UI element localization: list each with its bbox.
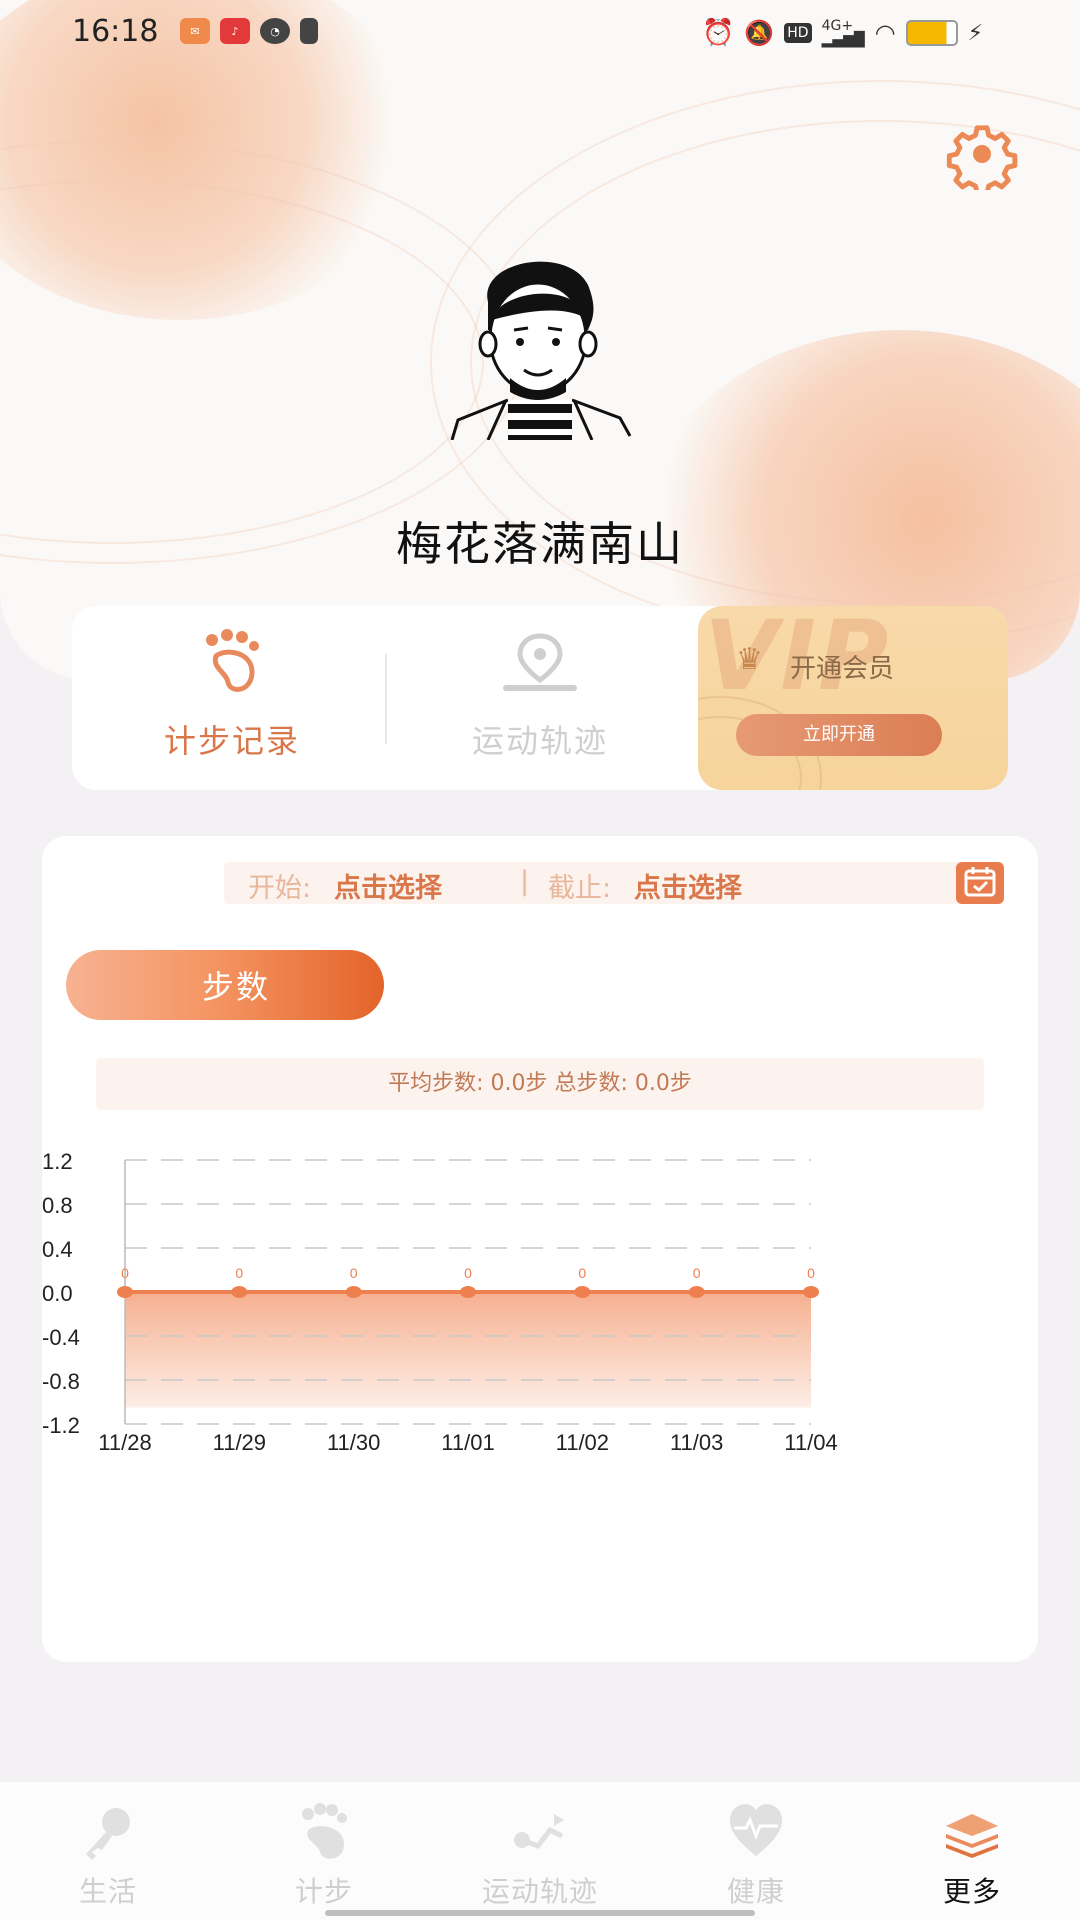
y-tick-label: 1.2 bbox=[42, 1149, 73, 1174]
calendar-icon bbox=[964, 867, 996, 897]
activate-vip-button[interactable]: 立即开通 bbox=[736, 714, 942, 756]
tab-step-record-label: 计步记录 bbox=[163, 722, 300, 760]
start-label: 开始: bbox=[248, 873, 312, 904]
y-tick-label: 0.0 bbox=[42, 1281, 73, 1306]
avatar[interactable] bbox=[448, 250, 632, 440]
status-notification-icons: ✉ ♪ ◔ bbox=[180, 18, 318, 44]
y-tick-label: -1.2 bbox=[42, 1413, 80, 1438]
status-time: 16:18 bbox=[72, 14, 159, 49]
x-tick-label: 11/28 bbox=[98, 1430, 151, 1455]
key-icon bbox=[86, 1808, 130, 1860]
step-chart-card: 开始: 点击选择 | 截止: 点击选择 步数 平均步数: 0.0步 总步数: 0… bbox=[42, 836, 1038, 1662]
home-indicator bbox=[325, 1910, 755, 1916]
tab-divider bbox=[385, 654, 387, 744]
data-point bbox=[688, 1286, 705, 1298]
app-notification-icon: ✉ bbox=[180, 18, 210, 44]
data-label: 0 bbox=[693, 1265, 701, 1281]
y-tick-label: 0.4 bbox=[42, 1237, 73, 1262]
start-date-select[interactable]: 点击选择 bbox=[334, 866, 442, 905]
wifi-icon: ◠ bbox=[874, 19, 896, 47]
route-icon bbox=[514, 1814, 564, 1849]
data-label: 0 bbox=[235, 1265, 243, 1281]
nav-exercise-track-label: 运动轨迹 bbox=[481, 1875, 598, 1908]
x-tick-label: 11/03 bbox=[670, 1430, 723, 1455]
steps-metric-label: 步数 bbox=[202, 968, 271, 1006]
data-label: 0 bbox=[464, 1265, 472, 1281]
username: 梅花落满南山 bbox=[396, 517, 684, 571]
step-summary: 平均步数: 0.0步 总步数: 0.0步 bbox=[96, 1058, 984, 1110]
network-type-label: 4G+ bbox=[821, 18, 854, 34]
nav-step[interactable]: 计步 bbox=[216, 1782, 432, 1920]
nav-life-label: 生活 bbox=[78, 1875, 137, 1908]
data-label: 0 bbox=[578, 1265, 586, 1281]
tab-step-record[interactable]: 计步记录 bbox=[82, 606, 382, 790]
nav-exercise-track[interactable]: 运动轨迹 bbox=[432, 1782, 648, 1920]
end-date-select[interactable]: 点击选择 bbox=[634, 866, 742, 905]
mute-icon: 🔕 bbox=[744, 19, 775, 47]
x-tick-label: 11/02 bbox=[556, 1430, 609, 1455]
battery-small-icon bbox=[300, 18, 318, 44]
y-tick-label: -0.8 bbox=[42, 1369, 80, 1394]
tab-exercise-track[interactable]: 运动轨迹 bbox=[390, 606, 690, 790]
data-point bbox=[345, 1286, 362, 1298]
x-tick-label: 11/30 bbox=[327, 1430, 380, 1455]
bottom-navigation: 生活 计步 运动轨迹 健康 更多 bbox=[0, 1782, 1080, 1920]
y-tick-label: 0.8 bbox=[42, 1193, 73, 1218]
data-point bbox=[574, 1286, 591, 1298]
data-point bbox=[231, 1286, 248, 1298]
date-range-bar: 开始: 点击选择 | 截止: 点击选择 bbox=[224, 862, 1004, 904]
vip-title: 开通会员 bbox=[790, 654, 895, 684]
data-label: 0 bbox=[350, 1265, 358, 1281]
end-label: 截止: bbox=[548, 873, 612, 904]
tab-exercise-track-label: 运动轨迹 bbox=[471, 722, 608, 760]
x-tick-label: 11/01 bbox=[441, 1430, 494, 1455]
data-label: 0 bbox=[807, 1265, 815, 1281]
nav-step-label: 计步 bbox=[294, 1875, 353, 1908]
hd-icon: HD bbox=[784, 23, 812, 43]
data-label: 0 bbox=[121, 1265, 129, 1281]
settings-gear-icon[interactable] bbox=[946, 118, 1018, 190]
y-tick-label: -0.4 bbox=[42, 1325, 80, 1350]
data-point bbox=[460, 1286, 476, 1298]
nav-health[interactable]: 健康 bbox=[648, 1782, 864, 1920]
alarm-icon: ⏰ bbox=[702, 18, 735, 48]
crown-icon: ♛ bbox=[736, 642, 763, 677]
nav-health-label: 健康 bbox=[726, 1875, 785, 1908]
layers-icon bbox=[946, 1814, 998, 1858]
data-point bbox=[803, 1286, 819, 1298]
chart-area-fill bbox=[125, 1292, 811, 1408]
step-chart: 1.2 0.8 0.4 0.0 -0.4 -0.8 -1.2 0 11/28 0 11/29 0 11/… bbox=[42, 1149, 838, 1455]
nav-more-label: 更多 bbox=[942, 1875, 1001, 1908]
x-tick-label: 11/29 bbox=[213, 1430, 266, 1455]
signal-icon: 4G+ ▂▄▆█ bbox=[821, 18, 865, 48]
status-system-icons: ⏰ 🔕 HD 4G+ ▂▄▆█ ◠ ⚡ bbox=[702, 18, 983, 48]
footprint-icon bbox=[302, 1803, 347, 1859]
charging-icon: ⚡ bbox=[967, 20, 984, 46]
footprint-icon bbox=[206, 629, 259, 692]
calendar-button[interactable] bbox=[956, 862, 1004, 904]
x-tick-label: 11/04 bbox=[784, 1430, 837, 1455]
battery-icon bbox=[905, 20, 958, 46]
data-point bbox=[117, 1286, 133, 1298]
nav-life[interactable]: 生活 bbox=[0, 1782, 216, 1920]
app-notification-icon: ♪ bbox=[220, 18, 250, 44]
heart-pulse-icon bbox=[730, 1804, 782, 1856]
steps-metric-tab[interactable]: 步数 bbox=[66, 950, 384, 1020]
date-separator: | bbox=[520, 866, 530, 897]
location-pin-icon bbox=[503, 633, 577, 691]
vip-card[interactable]: VIP ♛ 开通会员 立即开通 bbox=[698, 606, 1008, 790]
nav-more[interactable]: 更多 bbox=[864, 1782, 1080, 1920]
speedometer-icon: ◔ bbox=[260, 18, 290, 44]
